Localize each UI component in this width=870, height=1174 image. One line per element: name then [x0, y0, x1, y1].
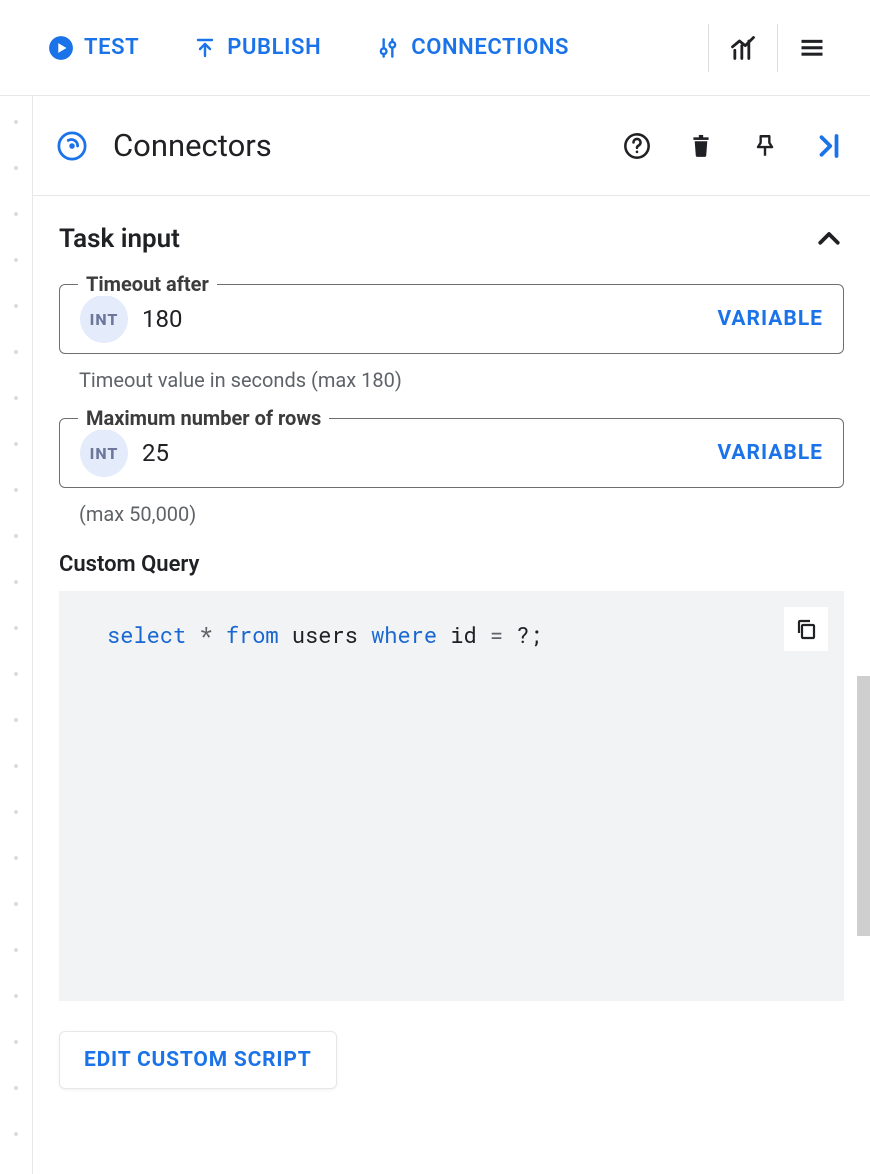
timeout-field[interactable]: Timeout after INT VARIABLE — [59, 284, 844, 354]
panel-title: Connectors — [113, 127, 272, 164]
task-input-section: Task input Timeout after INT VARIABLE Ti… — [33, 196, 870, 1099]
chevron-right-bar-icon — [814, 131, 844, 161]
delete-button[interactable] — [680, 133, 722, 159]
publish-label: PUBLISH — [227, 35, 321, 60]
analytics-icon — [729, 34, 757, 62]
connectors-panel: Connectors — [32, 96, 870, 1174]
chevron-up-icon — [814, 224, 844, 254]
menu-button[interactable] — [778, 34, 846, 62]
edit-custom-script-button[interactable]: EDIT CUSTOM SCRIPT — [59, 1031, 337, 1089]
analytics-button[interactable] — [709, 34, 777, 62]
sql-param: ?; — [516, 620, 542, 649]
max-rows-variable-button[interactable]: VARIABLE — [717, 441, 823, 465]
timeout-field-label: Timeout after — [78, 272, 217, 296]
max-rows-field[interactable]: Maximum number of rows INT VARIABLE — [59, 418, 844, 488]
custom-query-label: Custom Query — [59, 552, 844, 577]
sql-token: * — [199, 620, 212, 649]
sql-identifier: id — [450, 620, 476, 649]
sql-keyword: select — [107, 620, 186, 649]
pin-icon — [752, 133, 778, 159]
max-rows-helper-text: (max 50,000) — [79, 502, 844, 526]
connections-button[interactable]: CONNECTIONS — [365, 27, 579, 69]
scrollbar-thumb[interactable] — [857, 676, 870, 936]
test-label: TEST — [84, 35, 139, 60]
menu-icon — [798, 34, 826, 62]
int-type-chip: INT — [80, 295, 128, 343]
edit-custom-script-label: EDIT CUSTOM SCRIPT — [84, 1048, 312, 1072]
delete-icon — [688, 133, 714, 159]
sql-identifier: users — [292, 620, 358, 649]
pin-button[interactable] — [744, 133, 786, 159]
sql-keyword: from — [226, 620, 279, 649]
play-circle-icon — [48, 35, 74, 61]
sql-token: = — [490, 620, 503, 649]
top-toolbar: TEST PUBLISH CONNECTIONS — [0, 0, 870, 96]
timeout-input[interactable] — [140, 304, 705, 334]
collapse-panel-button[interactable] — [808, 131, 850, 161]
upload-icon — [193, 36, 217, 60]
vertical-ruler — [14, 110, 20, 1174]
custom-query-code[interactable]: select * from users where id = ?; — [59, 591, 844, 1001]
copy-icon — [794, 617, 818, 641]
connections-label: CONNECTIONS — [411, 35, 569, 60]
timeout-helper-text: Timeout value in seconds (max 180) — [79, 368, 844, 392]
help-button[interactable] — [616, 132, 658, 160]
timeout-variable-button[interactable]: VARIABLE — [717, 307, 823, 331]
panel-header: Connectors — [33, 96, 870, 196]
test-button[interactable]: TEST — [38, 27, 149, 69]
publish-button[interactable]: PUBLISH — [183, 27, 331, 68]
sql-keyword: where — [371, 620, 437, 649]
connections-icon — [375, 35, 401, 61]
max-rows-input[interactable] — [140, 438, 705, 468]
copy-code-button[interactable] — [784, 607, 828, 651]
int-type-chip: INT — [80, 429, 128, 477]
section-header[interactable]: Task input — [59, 224, 844, 254]
help-circle-icon — [623, 132, 651, 160]
connectors-icon — [57, 131, 87, 161]
max-rows-field-label: Maximum number of rows — [78, 406, 329, 430]
section-title: Task input — [59, 224, 180, 254]
